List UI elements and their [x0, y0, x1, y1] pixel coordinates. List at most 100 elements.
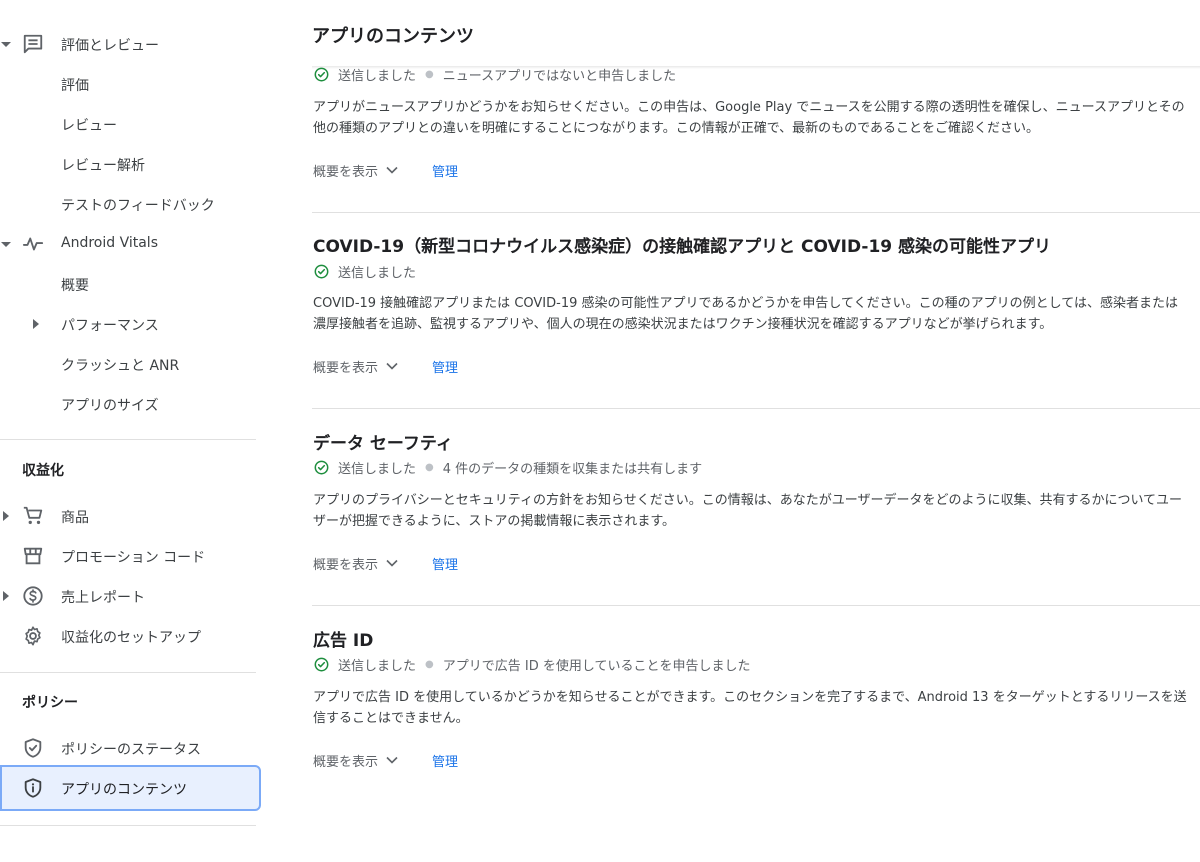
status-detail: アプリで広告 ID を使用していることを申告しました: [442, 658, 751, 674]
card-description: アプリのプライバシーとセキュリティの方針をお知らせください。この情報は、あなたが…: [313, 493, 1183, 529]
manage-link[interactable]: 管理: [432, 554, 458, 573]
sidebar-item-label: 評価: [61, 78, 89, 94]
separator-dot: ●: [425, 658, 434, 670]
card-description: アプリで広告 ID を使用しているかどうかを知らせることができます。このセクショ…: [313, 690, 1187, 726]
card-divider: [312, 605, 1200, 606]
sidebar-item-testing-feedback[interactable]: テストのフィードバック: [0, 184, 262, 224]
status-line: 送信しました ● 4 件のデータの種類を収集または共有します: [314, 457, 702, 477]
sidebar-item-policy-status[interactable]: ポリシーのステータス: [0, 728, 262, 768]
sidebar-item-label: テストのフィードバック: [61, 198, 215, 214]
card-description: COVID-19 接触確認アプリまたは COVID-19 感染の可能性アプリであ…: [313, 296, 1178, 332]
sidebar-item-overview[interactable]: 概要: [0, 264, 262, 304]
section-title-monetize: 収益化: [22, 463, 64, 479]
main-content: アプリのコンテンツ 送信しました ● ニュースアプリではないと申告しました アプ…: [312, 0, 1200, 862]
chevron-down-icon: [386, 559, 398, 567]
card-description: アプリがニュースアプリかどうかをお知らせください。この申告は、Google Pl…: [313, 100, 1185, 136]
sidebar-item-label: ポリシーのステータス: [61, 742, 201, 758]
sidebar-item-label: レビュー: [61, 118, 117, 134]
sidebar-item-label: 売上レポート: [61, 590, 145, 606]
chevron-right-icon: [3, 591, 9, 601]
status-text: 送信しました: [338, 658, 417, 674]
show-summary-label: 概要を表示: [313, 754, 379, 770]
sidebar-item-monetization-setup[interactable]: 収益化のセットアップ: [0, 616, 262, 656]
chevron-down-icon: [1, 42, 11, 47]
sidebar-item-app-content[interactable]: アプリのコンテンツ: [0, 765, 262, 811]
reviews-icon: [23, 34, 43, 54]
card-actions: 概要を表示 管理: [313, 356, 458, 376]
sidebar-item-reviews[interactable]: レビュー: [0, 104, 262, 144]
sidebar-divider: [0, 825, 256, 826]
chevron-right-icon: [33, 319, 39, 329]
vitals-pulse-icon: [22, 237, 44, 251]
sidebar-item-label: レビュー解析: [61, 158, 145, 174]
sidebar-item-performance[interactable]: パフォーマンス: [0, 304, 262, 344]
storefront-icon: [23, 547, 43, 565]
section-title-policy: ポリシー: [22, 695, 78, 711]
sidebar: 評価とレビュー 評価 レビュー レビュー解析 テストのフィードバック Andro…: [0, 0, 262, 862]
sidebar-item-label: アプリのサイズ: [61, 398, 159, 414]
sidebar-item-promo-codes[interactable]: プロモーション コード: [0, 536, 262, 576]
check-circle-icon: [314, 657, 329, 671]
sidebar-item-products[interactable]: 商品: [0, 496, 262, 536]
sidebar-item-app-size[interactable]: アプリのサイズ: [0, 384, 262, 424]
sidebar-item-label: プロモーション コード: [61, 550, 206, 566]
show-summary-label: 概要を表示: [313, 164, 379, 180]
sidebar-item-label: 評価とレビュー: [61, 38, 159, 54]
manage-link[interactable]: 管理: [432, 751, 458, 770]
sidebar-item-label: アプリのコンテンツ: [61, 782, 187, 798]
chevron-down-icon: [386, 166, 398, 174]
sidebar-item-ratings[interactable]: 評価: [0, 64, 262, 104]
card-divider: [312, 408, 1200, 409]
check-circle-icon: [314, 460, 329, 474]
card-title: データ セーフティ: [313, 434, 453, 454]
check-circle-icon: [314, 264, 329, 278]
status-text: 送信しました: [338, 461, 417, 477]
show-summary-label: 概要を表示: [313, 557, 379, 573]
manage-link[interactable]: 管理: [432, 357, 458, 376]
show-summary-label: 概要を表示: [313, 360, 379, 376]
show-summary-button[interactable]: 概要を表示: [313, 751, 398, 770]
shield-info-icon: [24, 778, 42, 798]
sidebar-item-label: 商品: [61, 510, 89, 526]
sidebar-item-crashes-anr[interactable]: クラッシュと ANR: [0, 344, 262, 384]
sidebar-item-label: Android Vitals: [61, 235, 158, 251]
status-line: 送信しました: [314, 261, 416, 281]
sidebar-item-review-analysis[interactable]: レビュー解析: [0, 144, 262, 184]
status-detail: ニュースアプリではないと申告しました: [442, 68, 677, 84]
separator-dot: ●: [425, 68, 434, 80]
show-summary-button[interactable]: 概要を表示: [313, 357, 398, 376]
status-line: 送信しました ● ニュースアプリではないと申告しました: [314, 64, 676, 84]
shopping-cart-icon: [23, 506, 43, 525]
sidebar-divider: [0, 439, 256, 440]
chevron-down-icon: [386, 362, 398, 370]
check-circle-icon: [314, 67, 329, 81]
separator-dot: ●: [425, 461, 434, 473]
sidebar-item-label: パフォーマンス: [61, 318, 159, 334]
sidebar-item-ratings-reviews[interactable]: 評価とレビュー: [0, 24, 262, 64]
chevron-down-icon: [1, 242, 11, 247]
card-divider: [312, 212, 1200, 213]
shield-check-icon: [24, 738, 42, 758]
show-summary-button[interactable]: 概要を表示: [313, 554, 398, 573]
show-summary-button[interactable]: 概要を表示: [313, 161, 398, 180]
status-text: 送信しました: [338, 265, 417, 281]
page-title: アプリのコンテンツ: [312, 26, 474, 47]
dollar-circle-icon: [23, 586, 43, 606]
status-text: 送信しました: [338, 68, 417, 84]
sidebar-divider: [0, 672, 256, 673]
card-title: COVID-19（新型コロナウイルス感染症）の接触確認アプリと COVID-19…: [313, 237, 1052, 257]
status-line: 送信しました ● アプリで広告 ID を使用していることを申告しました: [314, 654, 750, 674]
sidebar-item-label: 収益化のセットアップ: [61, 630, 201, 646]
sidebar-item-android-vitals[interactable]: Android Vitals: [0, 224, 262, 264]
card-actions: 概要を表示 管理: [313, 553, 458, 573]
manage-link[interactable]: 管理: [432, 161, 458, 180]
sidebar-item-label: 概要: [61, 278, 89, 294]
card-actions: 概要を表示 管理: [313, 750, 458, 770]
sidebar-item-label: クラッシュと ANR: [61, 358, 180, 374]
sidebar-item-sales-report[interactable]: 売上レポート: [0, 576, 262, 616]
card-actions: 概要を表示 管理: [313, 160, 458, 180]
gear-icon: [25, 626, 41, 646]
card-title: 広告 ID: [313, 631, 374, 651]
status-detail: 4 件のデータの種類を収集または共有します: [442, 461, 703, 477]
chevron-down-icon: [386, 756, 398, 764]
